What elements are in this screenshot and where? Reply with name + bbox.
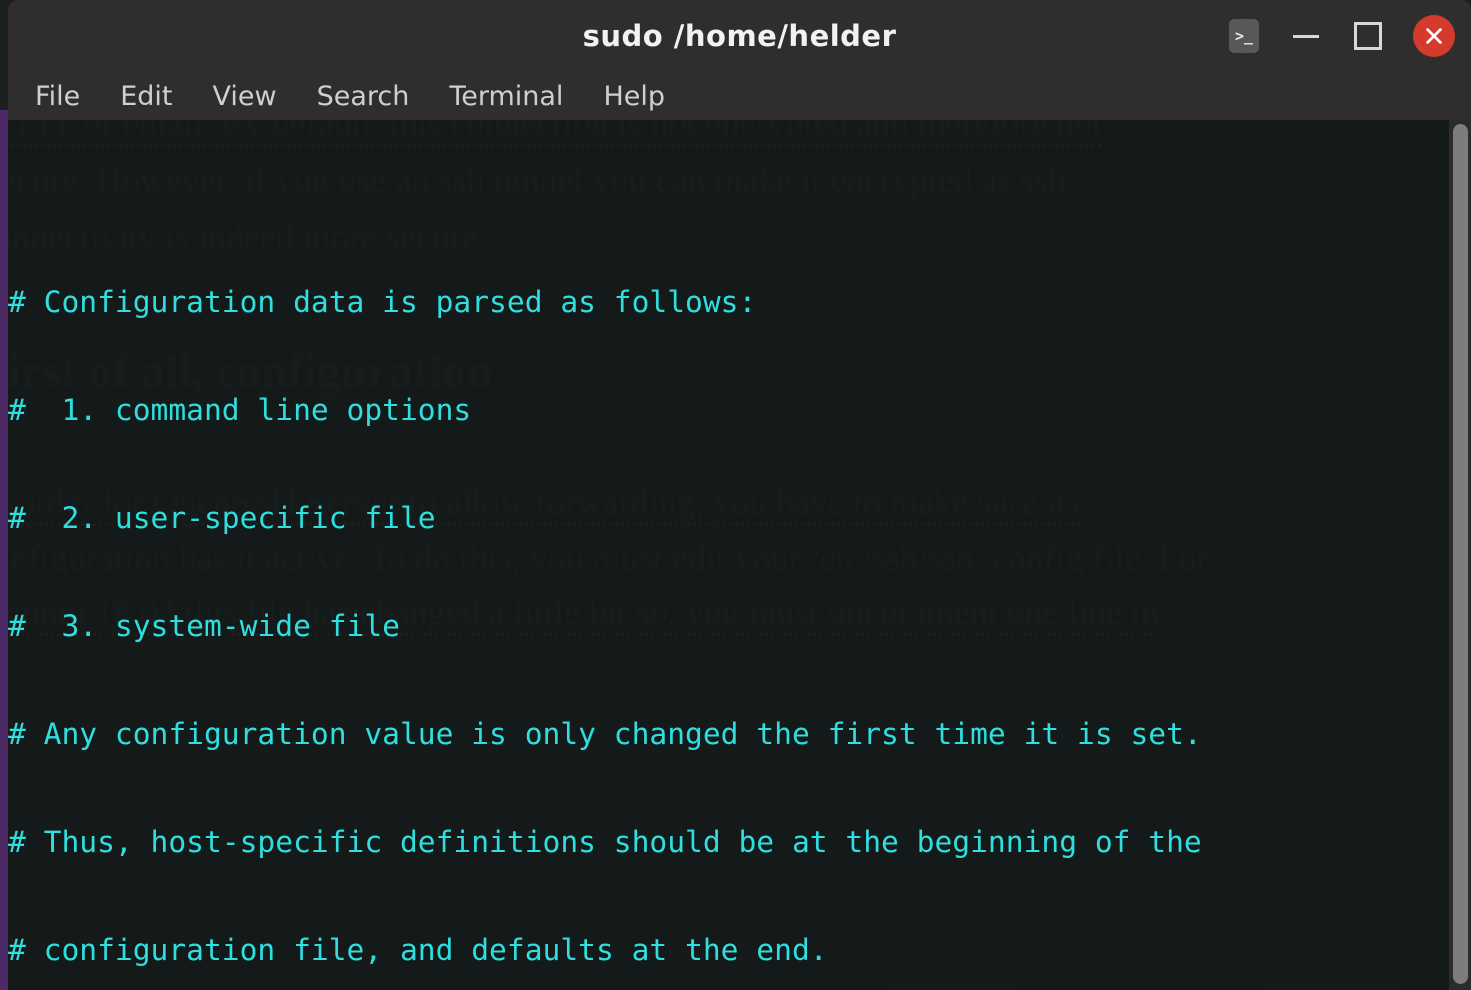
editor-line: # Any configuration value is only change…: [8, 717, 1202, 751]
menu-item-terminal[interactable]: Terminal: [436, 78, 576, 115]
close-icon: [1426, 28, 1442, 44]
editor-line: # Thus, host-specific definitions should…: [8, 825, 1202, 859]
editor-line: # 2. user-specific file: [8, 501, 436, 535]
maximize-icon: [1354, 22, 1382, 50]
close-button[interactable]: [1413, 15, 1455, 57]
window-controls: >_: [1227, 0, 1455, 72]
terminal-body[interactable]: # Configuration data is parsed as follow…: [8, 120, 1471, 990]
maximize-button[interactable]: [1351, 19, 1385, 53]
terminal-badge-glyph: >_: [1229, 19, 1259, 53]
scrollbar-thumb[interactable]: [1453, 124, 1468, 984]
menu-item-view[interactable]: View: [199, 78, 289, 115]
editor-status-line: 22,15 17%: [8, 950, 1471, 990]
menu-item-search[interactable]: Search: [304, 78, 423, 115]
menu-item-edit[interactable]: Edit: [107, 78, 185, 115]
editor-line: # 1. command line options: [8, 393, 472, 427]
terminal-window: sudo /home/helder >_ File Edit View Sear…: [8, 0, 1471, 990]
cursor-position: 22,15: [1122, 986, 1211, 990]
desktop-left-edge: [0, 110, 8, 990]
editor-line: # Configuration data is parsed as follow…: [8, 285, 757, 319]
minimize-button[interactable]: [1289, 19, 1323, 53]
terminal-icon[interactable]: >_: [1227, 19, 1261, 53]
menu-item-file[interactable]: File: [22, 78, 93, 115]
minimize-icon: [1293, 34, 1319, 38]
screen-root: HTTP or email. By default, this connecti…: [0, 0, 1471, 990]
titlebar[interactable]: sudo /home/helder >_: [8, 0, 1471, 72]
editor-line: # 3. system-wide file: [8, 609, 400, 643]
window-title: sudo /home/helder: [582, 19, 897, 53]
menu-item-help[interactable]: Help: [590, 78, 678, 115]
editor-buffer: # Configuration data is parsed as follow…: [8, 120, 1471, 990]
menubar: File Edit View Search Terminal Help: [8, 72, 1471, 120]
